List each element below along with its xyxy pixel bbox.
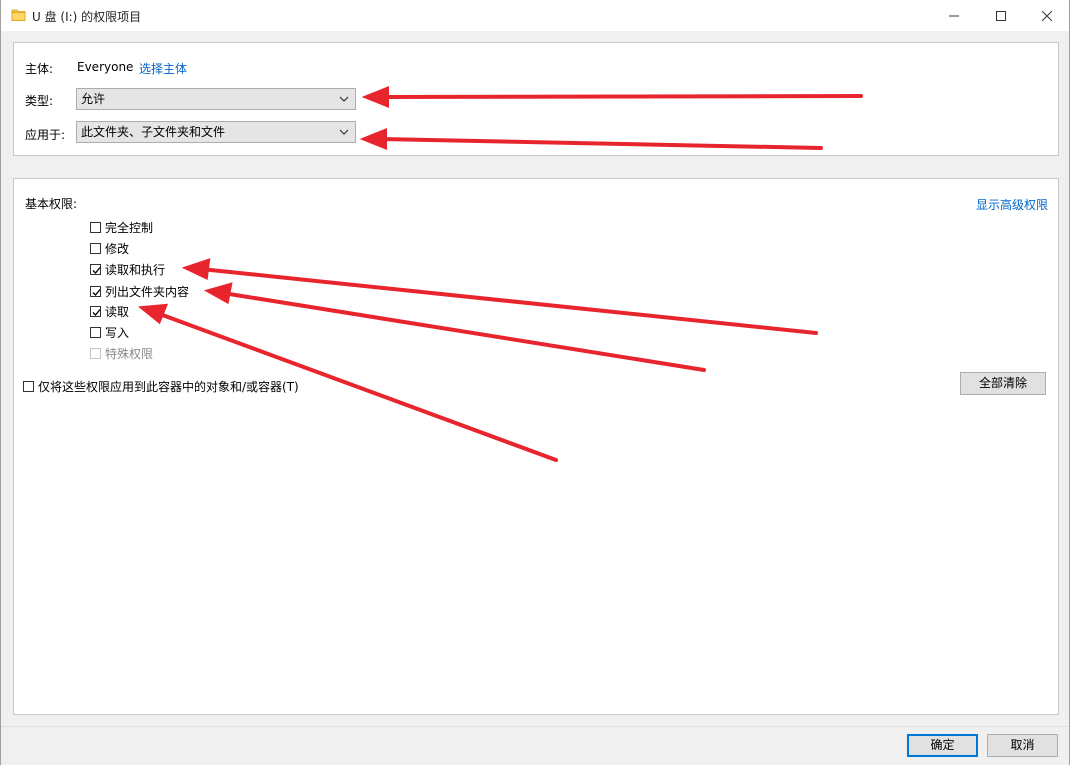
applies-to-select-value: 此文件夹、子文件夹和文件 [81,125,226,139]
basic-permissions-heading: 基本权限: [25,197,78,211]
permission-full-control[interactable]: 完全控制 [90,219,153,235]
permission-label: 特殊权限 [105,346,154,361]
permission-list-folder-contents[interactable]: 列出文件夹内容 [90,283,189,299]
permission-label: 修改 [105,241,130,256]
window-title: U 盘 (I:) 的权限项目 [32,10,142,24]
cancel-button[interactable]: 取消 [987,734,1058,757]
folder-icon [11,7,26,22]
applies-to-select[interactable]: 此文件夹、子文件夹和文件 [76,121,356,143]
clear-all-button[interactable]: 全部清除 [960,372,1046,395]
permission-label: 列出文件夹内容 [105,284,190,299]
checkbox-icon[interactable] [90,305,101,317]
permission-modify[interactable]: 修改 [90,240,129,256]
checkbox-icon[interactable] [23,380,34,392]
minimize-icon [949,15,959,16]
minimize-button[interactable] [931,0,977,31]
chevron-down-icon [339,129,349,135]
permission-label: 写入 [105,325,130,340]
select-principal-link[interactable]: 选择主体 [139,60,187,77]
principal-label: 主体: [25,62,54,76]
title-bar: U 盘 (I:) 的权限项目 [1,0,1069,31]
apply-only-to-container-option[interactable]: 仅将这些权限应用到此容器中的对象和/或容器(T) [23,378,299,394]
checkbox-icon[interactable] [90,221,101,233]
permission-read-execute[interactable]: 读取和执行 [90,261,165,277]
permission-special: 特殊权限 [90,345,153,361]
close-button[interactable] [1024,0,1070,31]
principal-value: Everyone [77,60,134,74]
checkbox-icon [90,347,101,359]
show-advanced-permissions-link[interactable]: 显示高级权限 [976,196,1048,213]
permission-write[interactable]: 写入 [90,324,129,340]
permission-entry-window: U 盘 (I:) 的权限项目 主体: Everyone 选择主体 类型: 允许 [0,0,1070,765]
maximize-icon [996,10,1006,21]
type-select-value: 允许 [81,92,106,106]
principal-panel: 主体: Everyone 选择主体 类型: 允许 应用于: 此文件夹、子文件夹和… [13,42,1059,156]
checkbox-icon[interactable] [90,263,101,275]
close-icon [1042,10,1052,21]
permission-label: 读取 [105,304,130,319]
checkbox-icon[interactable] [90,242,101,254]
applies-to-label: 应用于: [25,128,66,142]
type-select[interactable]: 允许 [76,88,356,110]
type-label: 类型: [25,94,54,108]
checkbox-icon[interactable] [90,326,101,338]
apply-only-label: 仅将这些权限应用到此容器中的对象和/或容器(T) [38,379,299,394]
permission-read[interactable]: 读取 [90,303,129,319]
maximize-button[interactable] [978,0,1024,31]
checkbox-icon[interactable] [90,285,101,297]
chevron-down-icon [339,96,349,102]
ok-button[interactable]: 确定 [907,734,978,757]
permissions-panel: 基本权限: 显示高级权限 [13,178,1059,715]
permission-label: 完全控制 [105,220,154,235]
permission-label: 读取和执行 [105,262,166,277]
footer-divider [1,726,1069,727]
